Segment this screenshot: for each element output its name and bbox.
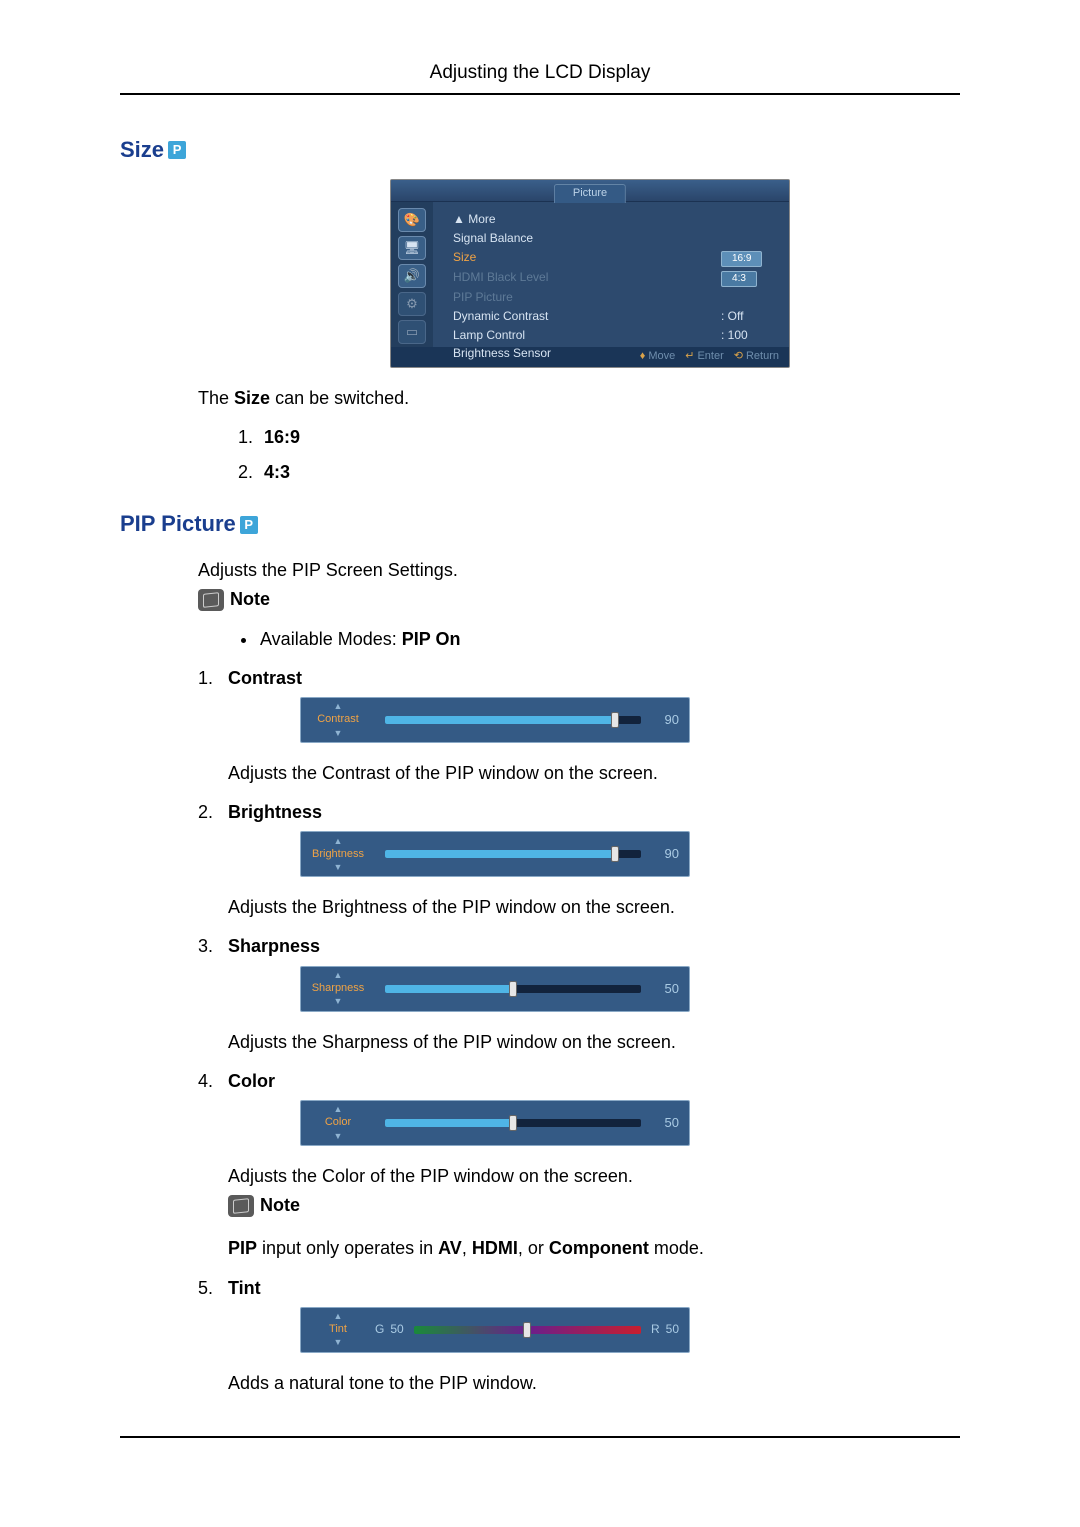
slider-sharpness-thumb[interactable] [509, 981, 517, 997]
up-arrow-icon: ▲ [334, 971, 343, 980]
down-arrow-icon: ▼ [334, 997, 343, 1006]
slider-tint: ▲ Tint ▼ G 50 R 50 [300, 1307, 690, 1353]
p-icon: P [240, 516, 258, 534]
note-label: Note [260, 1193, 300, 1218]
color-desc: Adjusts the Color of the PIP window on t… [228, 1164, 960, 1189]
osd-icon-column: 🎨 🖥 🔊 ⚙ ▭ [391, 202, 433, 347]
note-block-color: Note [228, 1193, 960, 1218]
osd-menu-list: ▲ More Signal Balance Size 16:9 HDMI Bla… [433, 202, 789, 347]
down-arrow-icon: ▼ [334, 729, 343, 738]
slider-sharpness-label: Sharpness [312, 981, 365, 996]
gear-icon: ⚙ [398, 292, 426, 316]
pip-item-sharpness-header: 3. Sharpness [198, 934, 960, 959]
tint-desc: Adds a natural tone to the PIP window. [228, 1371, 960, 1396]
section-title-pip: PIP Picture P [120, 509, 960, 540]
tint-r-label: R [651, 1321, 660, 1338]
osd-row-hdmi-black: HDMI Black Level [453, 269, 593, 287]
osd-lamp-val: : 100 [721, 327, 781, 344]
slider-contrast-label: Contrast [317, 712, 359, 727]
color-palette-icon: 🎨 [398, 208, 426, 232]
note-block: Note [198, 587, 960, 612]
down-arrow-icon: ▼ [334, 863, 343, 872]
brightness-desc: Adjusts the Brightness of the PIP window… [228, 895, 960, 920]
osd-tab-picture: Picture [554, 184, 626, 202]
osd-row-lamp: Lamp Control [453, 327, 593, 344]
note-icon [228, 1195, 254, 1217]
tint-g-label: G [375, 1321, 384, 1338]
slider-sharpness: ▲ Sharpness ▼ 50 [300, 966, 690, 1012]
osd-screenshot-size: Picture 🎨 🖥 🔊 ⚙ ▭ ▲ More Signal Balance … [390, 179, 790, 367]
pip-title-text: PIP Picture [120, 509, 236, 540]
pip-modes-list: Available Modes: PIP On [258, 627, 960, 652]
pip-item-brightness-header: 2. Brightness [198, 800, 960, 825]
section-title-size: Size P [120, 135, 960, 166]
slider-brightness: ▲ Brightness ▼ 90 [300, 831, 690, 877]
down-arrow-icon: ▼ [334, 1338, 343, 1347]
osd-row-size: Size [453, 249, 593, 267]
slider-color-label: Color [325, 1115, 351, 1130]
osd-row-signal-balance: Signal Balance [453, 230, 593, 247]
osd-dyn-contrast-val: : Off [721, 308, 781, 325]
osd-row-pip-picture: PIP Picture [453, 289, 593, 306]
osd-size-pill-4-3: 4:3 [721, 271, 757, 287]
osd-row-dyn-contrast: Dynamic Contrast [453, 308, 593, 325]
size-options-list: 16:9 4:3 [258, 425, 960, 485]
up-arrow-icon: ▲ [334, 837, 343, 846]
page-title: Adjusting the LCD Display [120, 60, 960, 95]
slider-contrast-thumb[interactable] [611, 712, 619, 728]
osd-size-pill-16-9: 16:9 [721, 251, 762, 267]
osd-row-brightness-sensor: Brightness Sensor [453, 345, 593, 362]
pip-intro: Adjusts the PIP Screen Settings. [198, 558, 960, 583]
pip-item-tint-header: 5. Tint [198, 1276, 960, 1301]
pip-item-color-header: 4. Color [198, 1069, 960, 1094]
tint-r-value: 50 [666, 1321, 679, 1338]
color-note-text: PIP input only operates in AV, HDMI, or … [228, 1236, 960, 1261]
up-arrow-icon: ▲ [334, 702, 343, 711]
size-title-text: Size [120, 135, 164, 166]
slider-brightness-track[interactable] [385, 850, 641, 858]
p-icon: P [168, 141, 186, 159]
slider-brightness-thumb[interactable] [611, 846, 619, 862]
slider-contrast-track[interactable] [385, 716, 641, 724]
slider-color-value: 50 [651, 1114, 679, 1132]
slider-color-thumb[interactable] [509, 1115, 517, 1131]
display-icon: 🖥 [398, 236, 426, 260]
slider-color: ▲ Color ▼ 50 [300, 1100, 690, 1146]
size-option-4-3: 4:3 [264, 462, 290, 482]
contrast-desc: Adjusts the Contrast of the PIP window o… [228, 761, 960, 786]
slider-color-track[interactable] [385, 1119, 641, 1127]
slider-tint-thumb[interactable] [523, 1322, 531, 1338]
slider-contrast: ▲ Contrast ▼ 90 [300, 697, 690, 743]
sound-icon: 🔊 [398, 264, 426, 288]
slider-sharpness-track[interactable] [385, 985, 641, 993]
note-label: Note [230, 587, 270, 612]
slider-sharpness-value: 50 [651, 980, 679, 998]
size-option-16-9: 16:9 [264, 427, 300, 447]
down-arrow-icon: ▼ [334, 1132, 343, 1141]
pip-item-contrast-header: 1. Contrast [198, 666, 960, 691]
pip-mode-item: Available Modes: PIP On [258, 627, 960, 652]
sharpness-desc: Adjusts the Sharpness of the PIP window … [228, 1030, 960, 1055]
slider-tint-track[interactable] [414, 1326, 641, 1334]
tint-g-value: 50 [390, 1321, 403, 1338]
size-intro: The Size can be switched. [198, 386, 960, 411]
osd-titlebar: Picture [391, 180, 789, 202]
note-icon [198, 589, 224, 611]
osd-row-more: ▲ More [453, 211, 593, 228]
slider-brightness-label: Brightness [312, 847, 364, 862]
slider-brightness-value: 90 [651, 845, 679, 863]
multi-icon: ▭ [398, 320, 426, 344]
up-arrow-icon: ▲ [334, 1105, 343, 1114]
slider-contrast-value: 90 [651, 711, 679, 729]
slider-tint-label: Tint [329, 1322, 347, 1337]
up-arrow-icon: ▲ [334, 1312, 343, 1321]
footer-rule [120, 1436, 960, 1438]
